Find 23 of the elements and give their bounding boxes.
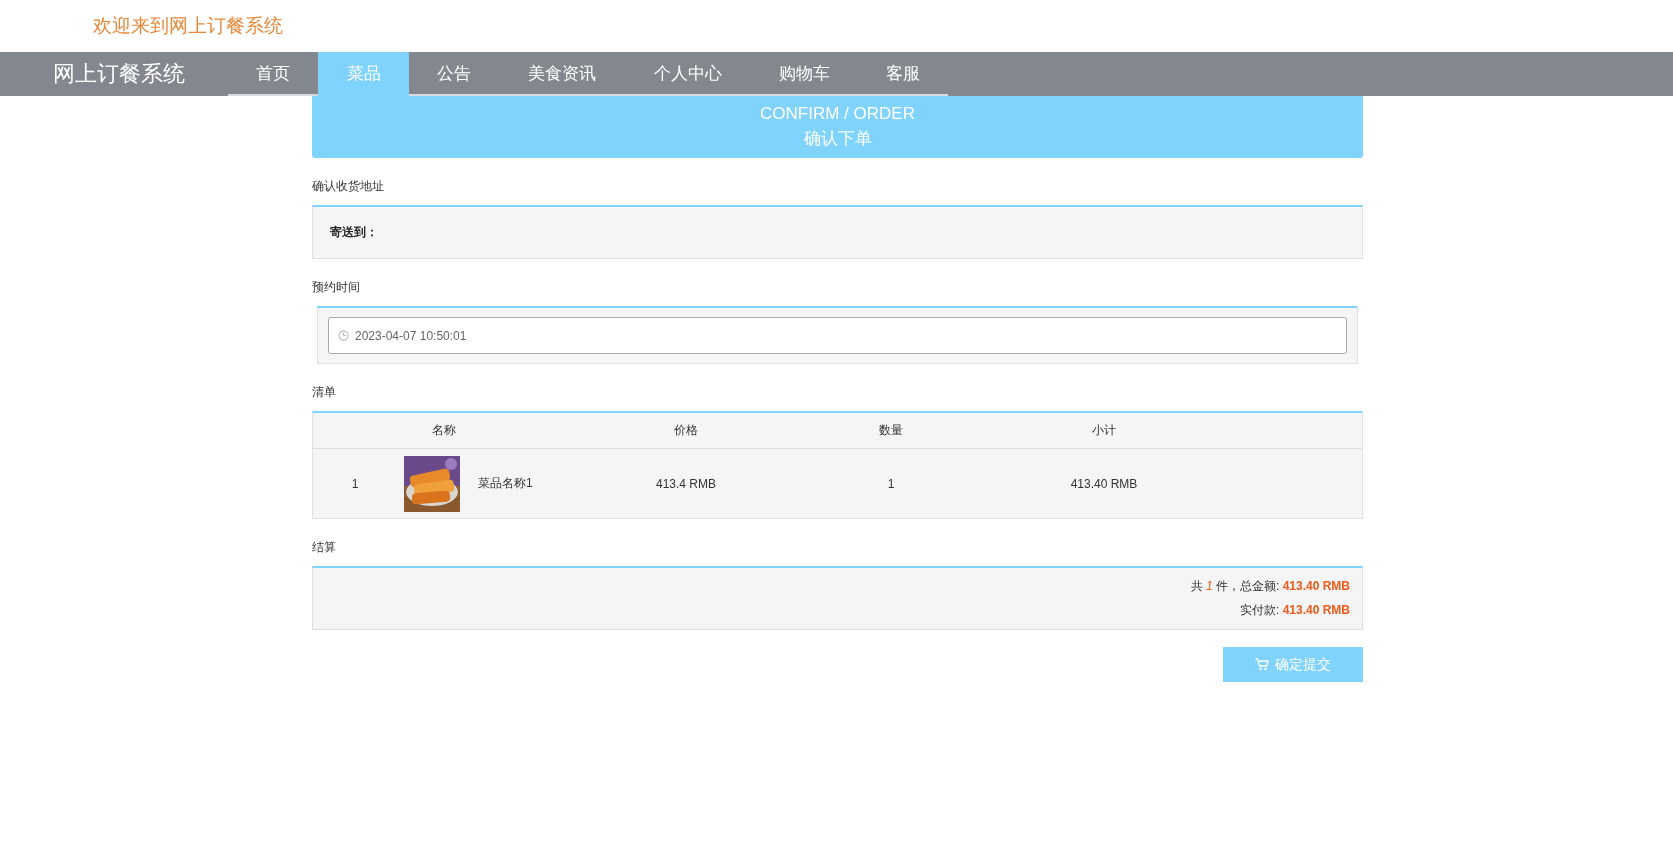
banner-title: CONFIRM / ORDER [760,104,915,124]
paid-line: 实付款: 413.40 RMB [1239,602,1350,619]
table-cell-text: 413.40 RMB [1069,476,1139,491]
section-heading: 清单 [312,384,336,401]
banner-subtitle: 确认下单 [803,128,872,150]
table-cell-text: 1 [886,476,896,491]
date-field[interactable]: 2023-04-07 10:50:01 [328,317,1347,354]
section-heading: 结算 [312,539,336,556]
total-line: 共 1 件，总金额: 413.40 RMB [1190,578,1350,595]
site-title: 网上订餐系统 [52,60,186,88]
section-heading: 预约时间 [312,279,360,296]
column-header: 数量 [878,422,904,439]
table-cell-text: 1 [350,476,360,491]
table-cell-text: 413.4 RMB [655,476,717,491]
clock-icon [338,330,349,341]
cart-icon [1255,658,1269,671]
column-header: 价格 [673,422,699,439]
section-heading: 确认收货地址 [312,178,384,195]
table-cell: 菜品名称1 [478,475,533,492]
column-header: 名称 [431,422,457,439]
ship-to-label: 寄送到： [330,224,378,241]
column-header: 小计 [1091,422,1117,439]
welcome-text: 欢迎来到网上订餐系统 [93,14,283,38]
